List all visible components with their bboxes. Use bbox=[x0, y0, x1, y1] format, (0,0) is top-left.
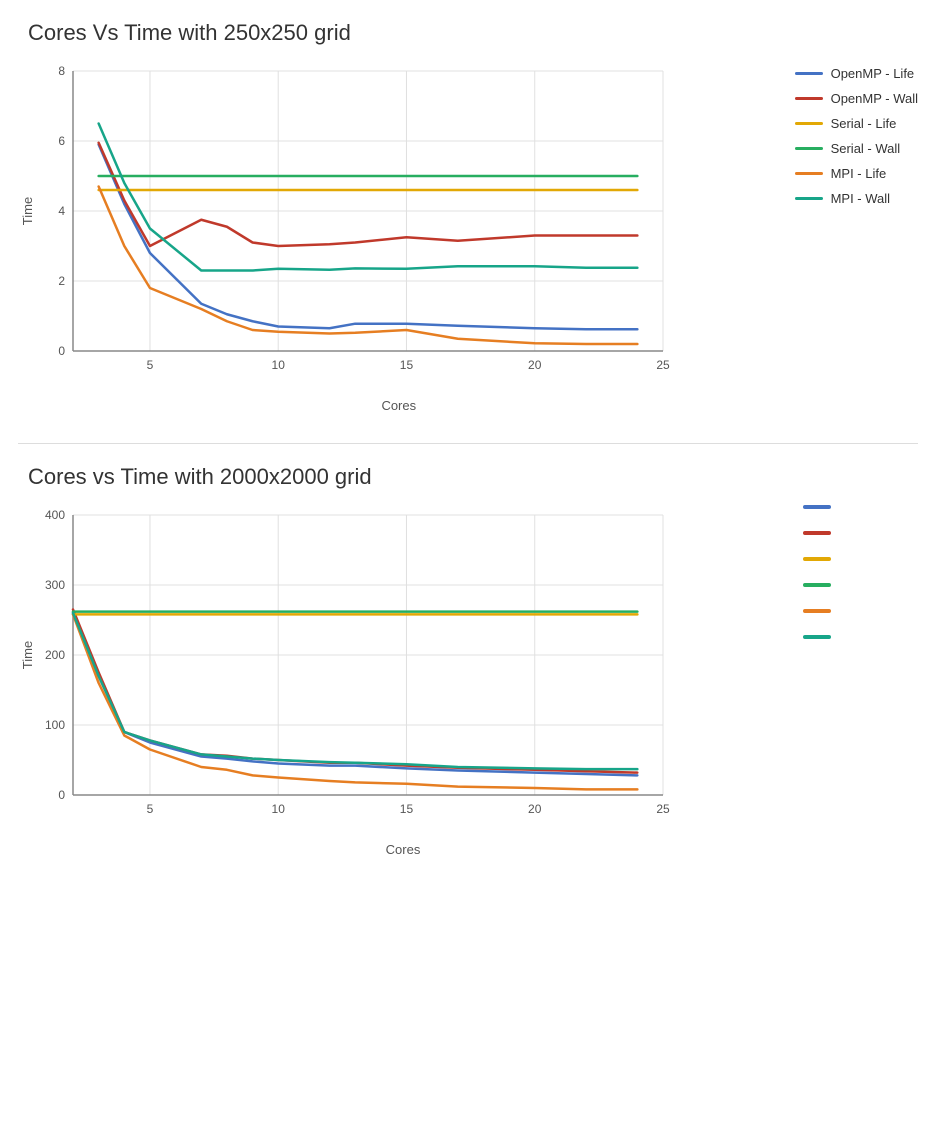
chart-title: Cores Vs Time with 250x250 grid bbox=[18, 20, 918, 46]
chart-area: 0 2 4 6 8 5 10 15 20 25 Time Cores OpenMP - Life … bbox=[18, 56, 918, 413]
legend-color bbox=[803, 635, 831, 639]
legend-label: MPI - Life bbox=[831, 166, 887, 181]
svg-text:5: 5 bbox=[147, 802, 154, 816]
x-axis-label: Cores bbox=[18, 842, 788, 857]
svg-text:300: 300 bbox=[45, 578, 65, 592]
legend-color bbox=[803, 557, 831, 561]
svg-text:100: 100 bbox=[45, 718, 65, 732]
svg-text:20: 20 bbox=[528, 802, 542, 816]
legend-color bbox=[803, 583, 831, 587]
legend-color bbox=[803, 505, 831, 509]
legend-item bbox=[803, 609, 918, 613]
svg-text:400: 400 bbox=[45, 508, 65, 522]
svg-text:20: 20 bbox=[528, 358, 542, 372]
legend-label: Serial - Wall bbox=[831, 141, 901, 156]
legend-color bbox=[803, 531, 831, 535]
legend-label: Serial - Life bbox=[831, 116, 897, 131]
svg-text:10: 10 bbox=[272, 358, 286, 372]
chart-inner: 0 100 200 300 400 5 10 15 20 25 Time Cores bbox=[18, 500, 788, 857]
chart-svg: 0 100 200 300 400 5 10 15 20 25 Time bbox=[18, 500, 678, 840]
legend-item: OpenMP - Wall bbox=[795, 91, 918, 106]
svg-text:6: 6 bbox=[58, 134, 65, 148]
legend-color bbox=[795, 172, 823, 175]
legend-item: Serial - Life bbox=[795, 116, 918, 131]
svg-text:200: 200 bbox=[45, 648, 65, 662]
legend-item: MPI - Wall bbox=[795, 191, 918, 206]
legend-item bbox=[803, 557, 918, 561]
svg-text:25: 25 bbox=[656, 358, 670, 372]
chart-area: 0 100 200 300 400 5 10 15 20 25 Time Cores bbox=[18, 500, 918, 857]
chart-inner: 0 2 4 6 8 5 10 15 20 25 Time Cores bbox=[18, 56, 780, 413]
legend-mini bbox=[788, 500, 918, 639]
legend-item: OpenMP - Life bbox=[795, 66, 918, 81]
svg-text:4: 4 bbox=[58, 204, 65, 218]
svg-text:25: 25 bbox=[656, 802, 670, 816]
legend-color bbox=[795, 147, 823, 150]
svg-text:0: 0 bbox=[58, 788, 65, 802]
svg-text:0: 0 bbox=[58, 344, 65, 358]
chart-svg: 0 2 4 6 8 5 10 15 20 25 Time bbox=[18, 56, 678, 396]
svg-text:15: 15 bbox=[400, 358, 414, 372]
legend-item: MPI - Life bbox=[795, 166, 918, 181]
svg-text:2: 2 bbox=[58, 274, 65, 288]
chart-divider bbox=[18, 443, 918, 444]
legend-color bbox=[795, 197, 823, 200]
legend: OpenMP - Life OpenMP - Wall Serial - Lif… bbox=[780, 56, 918, 206]
svg-text:Time: Time bbox=[20, 197, 35, 225]
svg-text:10: 10 bbox=[272, 802, 286, 816]
legend-item bbox=[803, 635, 918, 639]
svg-text:8: 8 bbox=[58, 64, 65, 78]
legend-color bbox=[795, 122, 823, 125]
svg-text:15: 15 bbox=[400, 802, 414, 816]
legend-item bbox=[803, 531, 918, 535]
chart-container: Cores vs Time with 2000x2000 grid 0 100 20… bbox=[18, 464, 918, 857]
svg-text:5: 5 bbox=[147, 358, 154, 372]
legend-color bbox=[795, 72, 823, 75]
legend-item bbox=[803, 583, 918, 587]
legend-color bbox=[795, 97, 823, 100]
chart-title: Cores vs Time with 2000x2000 grid bbox=[18, 464, 918, 490]
legend-item bbox=[803, 505, 918, 509]
legend-label: OpenMP - Wall bbox=[831, 91, 918, 106]
svg-text:Time: Time bbox=[20, 641, 35, 669]
legend-item: Serial - Wall bbox=[795, 141, 918, 156]
legend-color bbox=[803, 609, 831, 613]
legend-label: OpenMP - Life bbox=[831, 66, 915, 81]
x-axis-label: Cores bbox=[18, 398, 780, 413]
legend-label: MPI - Wall bbox=[831, 191, 890, 206]
chart-container: Cores Vs Time with 250x250 grid 0 2 4 6 8 5 10… bbox=[18, 20, 918, 413]
